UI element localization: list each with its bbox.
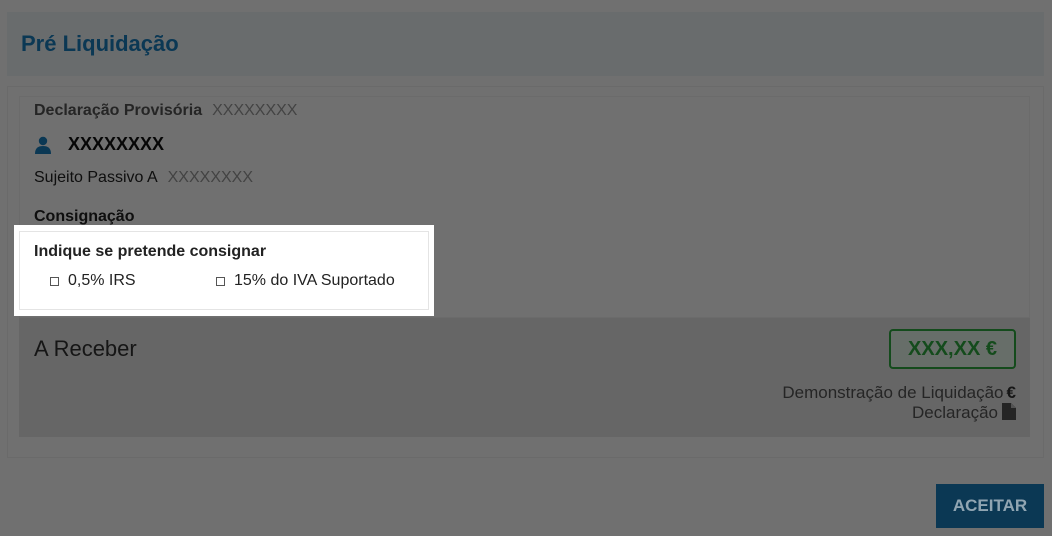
consignar-prompt: Indique se pretende consignar bbox=[34, 243, 267, 260]
demonstracao-label: Demonstração de Liquidação bbox=[782, 383, 1004, 402]
irs-label: 0,5% IRS bbox=[68, 272, 136, 289]
declaracao-row: Declaração Provisória XXXXXXXX bbox=[34, 102, 297, 120]
demonstracao-liquidacao-link[interactable]: Demonstração de Liquidação € bbox=[782, 383, 1016, 403]
page-title: Pré Liquidação bbox=[21, 31, 179, 56]
sujeito-value: XXXXXXXX bbox=[167, 169, 253, 186]
receber-label: A Receber bbox=[34, 336, 137, 361]
option-iva[interactable]: 15% do IVA Suportado bbox=[216, 272, 395, 290]
taxpayer-name: XXXXXXXX bbox=[68, 134, 165, 154]
user-icon bbox=[35, 136, 51, 154]
iva-checkbox[interactable] bbox=[216, 276, 225, 286]
receber-section bbox=[19, 318, 1030, 437]
declaracao-link[interactable]: Declaração bbox=[912, 403, 1016, 423]
option-irs[interactable]: 0,5% IRS bbox=[50, 272, 136, 290]
euro-icon: € bbox=[1006, 383, 1016, 402]
document-icon bbox=[1002, 403, 1016, 420]
consignacao-highlight: Indique se pretende consignar 0,5% IRS 1… bbox=[14, 225, 434, 316]
accept-label: ACEITAR bbox=[952, 496, 1028, 515]
irs-checkbox[interactable] bbox=[50, 276, 59, 286]
declaracao-value: XXXXXXXX bbox=[212, 102, 298, 119]
accept-button[interactable]: ACEITAR bbox=[936, 484, 1044, 528]
amount-badge: XXX,XX € bbox=[889, 329, 1016, 369]
iva-label: 15% do IVA Suportado bbox=[234, 272, 395, 289]
consignacao-title: Consignação bbox=[34, 208, 135, 225]
sujeito-label: Sujeito Passivo A bbox=[34, 169, 158, 186]
page-header: Pré Liquidação bbox=[7, 12, 1044, 76]
declaracao-label: Declaração Provisória bbox=[34, 102, 203, 119]
declaracao-link-label: Declaração bbox=[912, 403, 998, 422]
sujeito-passivo-row: Sujeito Passivo A XXXXXXXX bbox=[34, 169, 253, 187]
